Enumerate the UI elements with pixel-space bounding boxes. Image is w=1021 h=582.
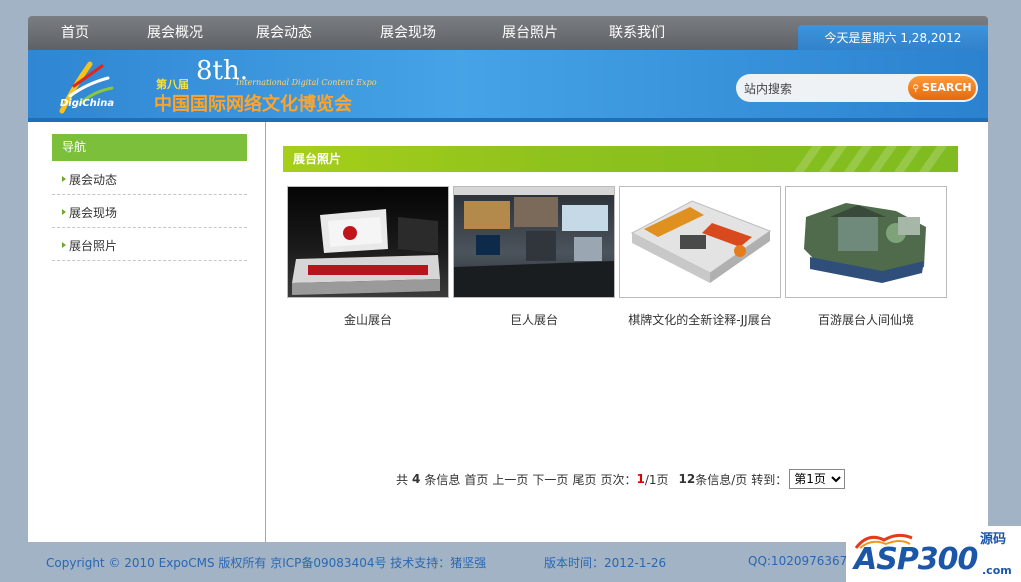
search-icon: ⚲: [912, 84, 919, 94]
pager-last-link[interactable]: 尾页: [572, 471, 596, 488]
pager-total-count: 4: [412, 472, 421, 486]
footer: Copyright © 2010 ExpoCMS 版权所有 京ICP备09083…: [28, 542, 988, 582]
photo-item-giant[interactable]: 巨人展台: [453, 186, 615, 328]
nav-item-contact[interactable]: 联系我们: [609, 22, 665, 42]
pagination: 共 4 条信息 首页 上一页 下一页 尾页 页次： 1 /1页 12 条信息/页…: [396, 468, 846, 490]
photo-caption[interactable]: 巨人展台: [453, 311, 615, 328]
header-banner: DigiChina 第八届 8th. International Digital…: [28, 50, 988, 122]
page-select[interactable]: 第1页: [789, 469, 846, 489]
nav-item-onsite[interactable]: 展会现场: [380, 22, 436, 42]
sidebar-item-label: 展会动态: [69, 173, 118, 187]
pager-next-link[interactable]: 下一页: [532, 471, 568, 488]
sidebar-title: 导航: [52, 134, 247, 161]
photo-caption[interactable]: 棋牌文化的全新诠释-JJ展台: [619, 311, 781, 328]
booth-photo[interactable]: [453, 186, 615, 298]
footer-qq: QQ:1020976367: [748, 554, 848, 568]
booth-photo[interactable]: [287, 186, 449, 298]
search-box: ⚲SEARCH: [736, 74, 978, 102]
nav-item-home[interactable]: 首页: [61, 22, 89, 42]
watermark-sub: 源码: [980, 532, 1007, 547]
photo-item-baiyou[interactable]: 百游展台人间仙境: [785, 186, 947, 328]
arrow-right-icon: [62, 209, 66, 215]
nav-item-booth-photos[interactable]: 展台照片: [502, 22, 558, 42]
expo-chinese-title: 中国国际网络文化博览会: [154, 94, 352, 115]
search-button[interactable]: ⚲ SEARCH: [908, 76, 976, 100]
date-display: 今天是星期六 1,28,2012: [798, 25, 988, 53]
pager-goto-label: 转到：: [751, 472, 788, 487]
pager-page-total: /1页: [644, 472, 669, 487]
watermark-domain: .com: [982, 564, 1012, 577]
logo-text: DigiChina: [60, 98, 115, 109]
photo-caption[interactable]: 百游展台人间仙境: [785, 311, 947, 328]
sidebar-item-onsite[interactable]: 展会现场: [52, 195, 247, 228]
asp300-watermark-logo: ASP300 源码 .com: [846, 526, 1021, 582]
watermark-text: ASP300: [854, 542, 978, 577]
pager-total-suffix: 条信息: [424, 472, 461, 487]
booth-photo[interactable]: [785, 186, 947, 298]
main-content: 导航 展会动态 展会现场 展台照片 展台照片 金山展台 巨人展台 棋牌文化的全新…: [28, 122, 988, 542]
sidebar-item-label: 展台照片: [69, 239, 118, 253]
pager-current-page: 1: [636, 472, 645, 486]
nav-item-overview[interactable]: 展会概况: [147, 22, 203, 42]
pager-total-prefix: 共: [396, 472, 409, 487]
sidebar-item-label: 展会现场: [69, 206, 118, 220]
section-title-bar: 展台照片: [283, 146, 958, 172]
pager-first-link[interactable]: 首页: [464, 471, 488, 488]
photo-item-jj[interactable]: 棋牌文化的全新诠释-JJ展台: [619, 186, 781, 328]
sidebar-item-news[interactable]: 展会动态: [52, 162, 247, 195]
footer-copyright: Copyright © 2010 ExpoCMS 版权所有 京ICP备09083…: [46, 556, 487, 570]
nav-item-news[interactable]: 展会动态: [256, 22, 312, 42]
pager-per-page-count: 12: [678, 472, 696, 486]
section-title: 展台照片: [293, 152, 342, 166]
expo-english-title: International Digital Content Expo: [236, 78, 377, 87]
photo-caption[interactable]: 金山展台: [287, 311, 449, 328]
pager-prev-link[interactable]: 上一页: [492, 471, 528, 488]
footer-version: 版本时间：2012-1-26: [544, 556, 667, 570]
search-input[interactable]: [744, 79, 904, 97]
photo-item-kingsoft[interactable]: 金山展台: [287, 186, 449, 328]
pager-per-page-suffix: 条信息/页: [695, 472, 748, 487]
sidebar-item-booth-photos[interactable]: 展台照片: [52, 228, 247, 261]
booth-photo[interactable]: [619, 186, 781, 298]
arrow-right-icon: [62, 176, 66, 182]
search-button-label: SEARCH: [921, 81, 972, 94]
pager-page-prefix: 页次：: [600, 472, 637, 487]
sidebar: 导航 展会动态 展会现场 展台照片: [28, 122, 266, 542]
arrow-right-icon: [62, 242, 66, 248]
